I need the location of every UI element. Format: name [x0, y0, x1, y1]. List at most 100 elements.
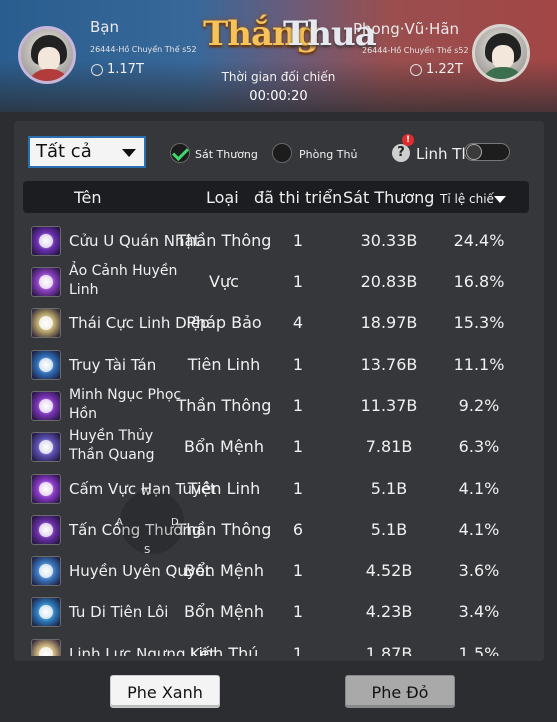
skill-type: Linh Thú: [189, 644, 259, 656]
damage-value: 11.37B: [360, 396, 418, 415]
table-row[interactable]: Thái Cực Linh Diệp Pháp Bảo 4 18.97B 15.3%: [14, 302, 544, 343]
skill-icon: [31, 474, 61, 504]
skill-type: Thần Thông: [176, 231, 272, 250]
skill-glyph-icon: [39, 605, 53, 619]
table-row[interactable]: Cấm Vực Hạn Tuyệt Tiên Linh 1 5.1B 4.1%: [14, 468, 544, 509]
table-row[interactable]: Tu Di Tiên Lôi Bổn Mệnh 1 4.23B 3.4%: [14, 591, 544, 632]
opponent-name: Phong·Vũ·Hãn: [353, 20, 460, 38]
defense-option-label: Phòng Thủ: [299, 148, 358, 161]
skill-type: Vực: [209, 272, 239, 291]
toggle-knob: [466, 144, 482, 160]
skill-type: Tiên Linh: [187, 355, 261, 374]
player-name: Bạn: [90, 18, 119, 36]
table-row[interactable]: Huyền Thủy Thần Quang Bổn Mệnh 1 7.81B 6.3%: [14, 426, 544, 467]
skill-glyph-icon: [39, 440, 53, 454]
skill-glyph-icon: [39, 482, 53, 496]
damage-ratio: 6.3%: [458, 437, 500, 456]
battle-timer: 00:00:20: [249, 89, 308, 104]
pet-toggle[interactable]: [464, 143, 510, 161]
red-team-button[interactable]: Phe Đỏ: [345, 675, 455, 708]
damage-ratio: 9.2%: [458, 396, 500, 415]
col-header-ratio[interactable]: Tỉ lệ chiế: [440, 192, 494, 206]
damage-ratio: 1.5%: [458, 644, 500, 656]
table-row[interactable]: Cửu U Quán Nhật Thần Thông 1 30.33B 24.4%: [14, 220, 544, 261]
skill-glyph-icon: [39, 234, 53, 248]
cast-count: 6: [292, 520, 304, 539]
help-icon[interactable]: ?: [392, 144, 410, 162]
skill-name: Minh Ngục Phọc Hồn: [69, 387, 182, 422]
skill-glyph-icon: [39, 564, 53, 578]
skill-type: Bổn Mệnh: [184, 437, 264, 456]
col-header-type[interactable]: Loại: [206, 188, 239, 207]
table-row[interactable]: Linh Lực Ngưng Kết Linh Thú 1 1.87B 1.5%: [14, 633, 544, 656]
chevron-down-icon: [122, 149, 136, 157]
damage-ratio: 15.3%: [453, 313, 505, 332]
cast-count: 1: [292, 561, 304, 580]
skill-icon: [31, 432, 61, 462]
damage-value: 5.1B: [370, 520, 408, 539]
defense-checkbox[interactable]: [272, 143, 292, 163]
opponent-server: 26444-Hồ Chuyển Thế s52: [362, 46, 469, 55]
joystick-s-label: S: [144, 545, 151, 556]
damage-value: 18.97B: [360, 313, 418, 332]
damage-ratio: 11.1%: [453, 355, 505, 374]
joystick-a-label: A: [116, 517, 123, 528]
skill-type: Bổn Mệnh: [184, 602, 264, 621]
table-row[interactable]: Ảo Cảnh Huyền Linh Vực 1 20.83B 16.8%: [14, 261, 544, 302]
skill-glyph-icon: [39, 647, 53, 656]
damage-checkbox[interactable]: [170, 143, 190, 163]
skill-type: Thần Thông: [176, 520, 272, 539]
skill-icon: [31, 308, 61, 338]
damage-ratio: 16.8%: [453, 272, 505, 291]
skill-icon: [31, 350, 61, 380]
damage-value: 4.23B: [365, 602, 413, 621]
avatar-face: [492, 45, 514, 69]
damage-value: 4.52B: [365, 561, 413, 580]
skill-glyph-icon: [39, 399, 53, 413]
skill-type: Bổn Mệnh: [184, 561, 264, 580]
damage-value: 1.87B: [365, 644, 413, 656]
skill-icon: [31, 556, 61, 586]
col-header-name[interactable]: Tên: [74, 188, 102, 207]
sort-down-icon[interactable]: [494, 196, 506, 203]
table-body[interactable]: Cửu U Quán Nhật Thần Thông 1 30.33B 24.4% Ảo …: [14, 220, 544, 656]
table-row[interactable]: Huyền Uyên Quyết Bổn Mệnh 1 4.52B 3.6%: [14, 550, 544, 591]
cast-count: 1: [292, 396, 304, 415]
col-header-damage[interactable]: Sát Thương: [343, 188, 434, 207]
table-row[interactable]: Minh Ngục Phọc Hồn Thần Thông 1 11.37B 9.2%: [14, 385, 544, 426]
blue-team-button[interactable]: Phe Xanh: [110, 675, 220, 708]
skill-glyph-icon: [39, 358, 53, 372]
skill-icon: [31, 515, 61, 545]
cast-count: 1: [292, 479, 304, 498]
skill-icon: [31, 391, 61, 421]
damage-value: 7.81B: [365, 437, 413, 456]
joystick-w-label: W: [141, 487, 151, 498]
cast-count: 4: [292, 313, 304, 332]
skill-glyph-icon: [39, 523, 53, 537]
skill-name: Ảo Cảnh Huyền Linh: [69, 263, 178, 298]
skill-name: Huyền Thủy Thần Quang: [69, 428, 155, 463]
skill-icon: [31, 639, 61, 656]
skill-type: Pháp Bảo: [186, 313, 262, 332]
table-row[interactable]: Truy Tài Tán Tiên Linh 1 13.76B 11.1%: [14, 344, 544, 385]
alert-badge-icon: !: [402, 134, 414, 146]
cast-count: 1: [292, 231, 304, 250]
cast-count: 1: [292, 602, 304, 621]
player-server: 26444-Hồ Chuyển Thế s52: [90, 45, 197, 54]
cast-count: 1: [292, 644, 304, 656]
skill-glyph-icon: [39, 275, 53, 289]
damage-value: 13.76B: [360, 355, 418, 374]
damage-value: 30.33B: [360, 231, 418, 250]
skill-type: Thần Thông: [176, 396, 272, 415]
damage-ratio: 4.1%: [458, 520, 500, 539]
cast-count: 1: [292, 355, 304, 374]
category-dropdown[interactable]: Tất cả: [28, 136, 146, 168]
col-header-count[interactable]: đã thi triển: [254, 188, 342, 207]
cast-count: 1: [292, 272, 304, 291]
table-row[interactable]: Tấn Công Thường Thần Thông 6 5.1B 4.1%: [14, 509, 544, 550]
damage-value: 5.1B: [370, 479, 408, 498]
dropdown-value: Tất cả: [36, 141, 92, 162]
skill-type: Tiên Linh: [187, 479, 261, 498]
skill-glyph-icon: [39, 316, 53, 330]
damage-ratio: 24.4%: [453, 231, 505, 250]
